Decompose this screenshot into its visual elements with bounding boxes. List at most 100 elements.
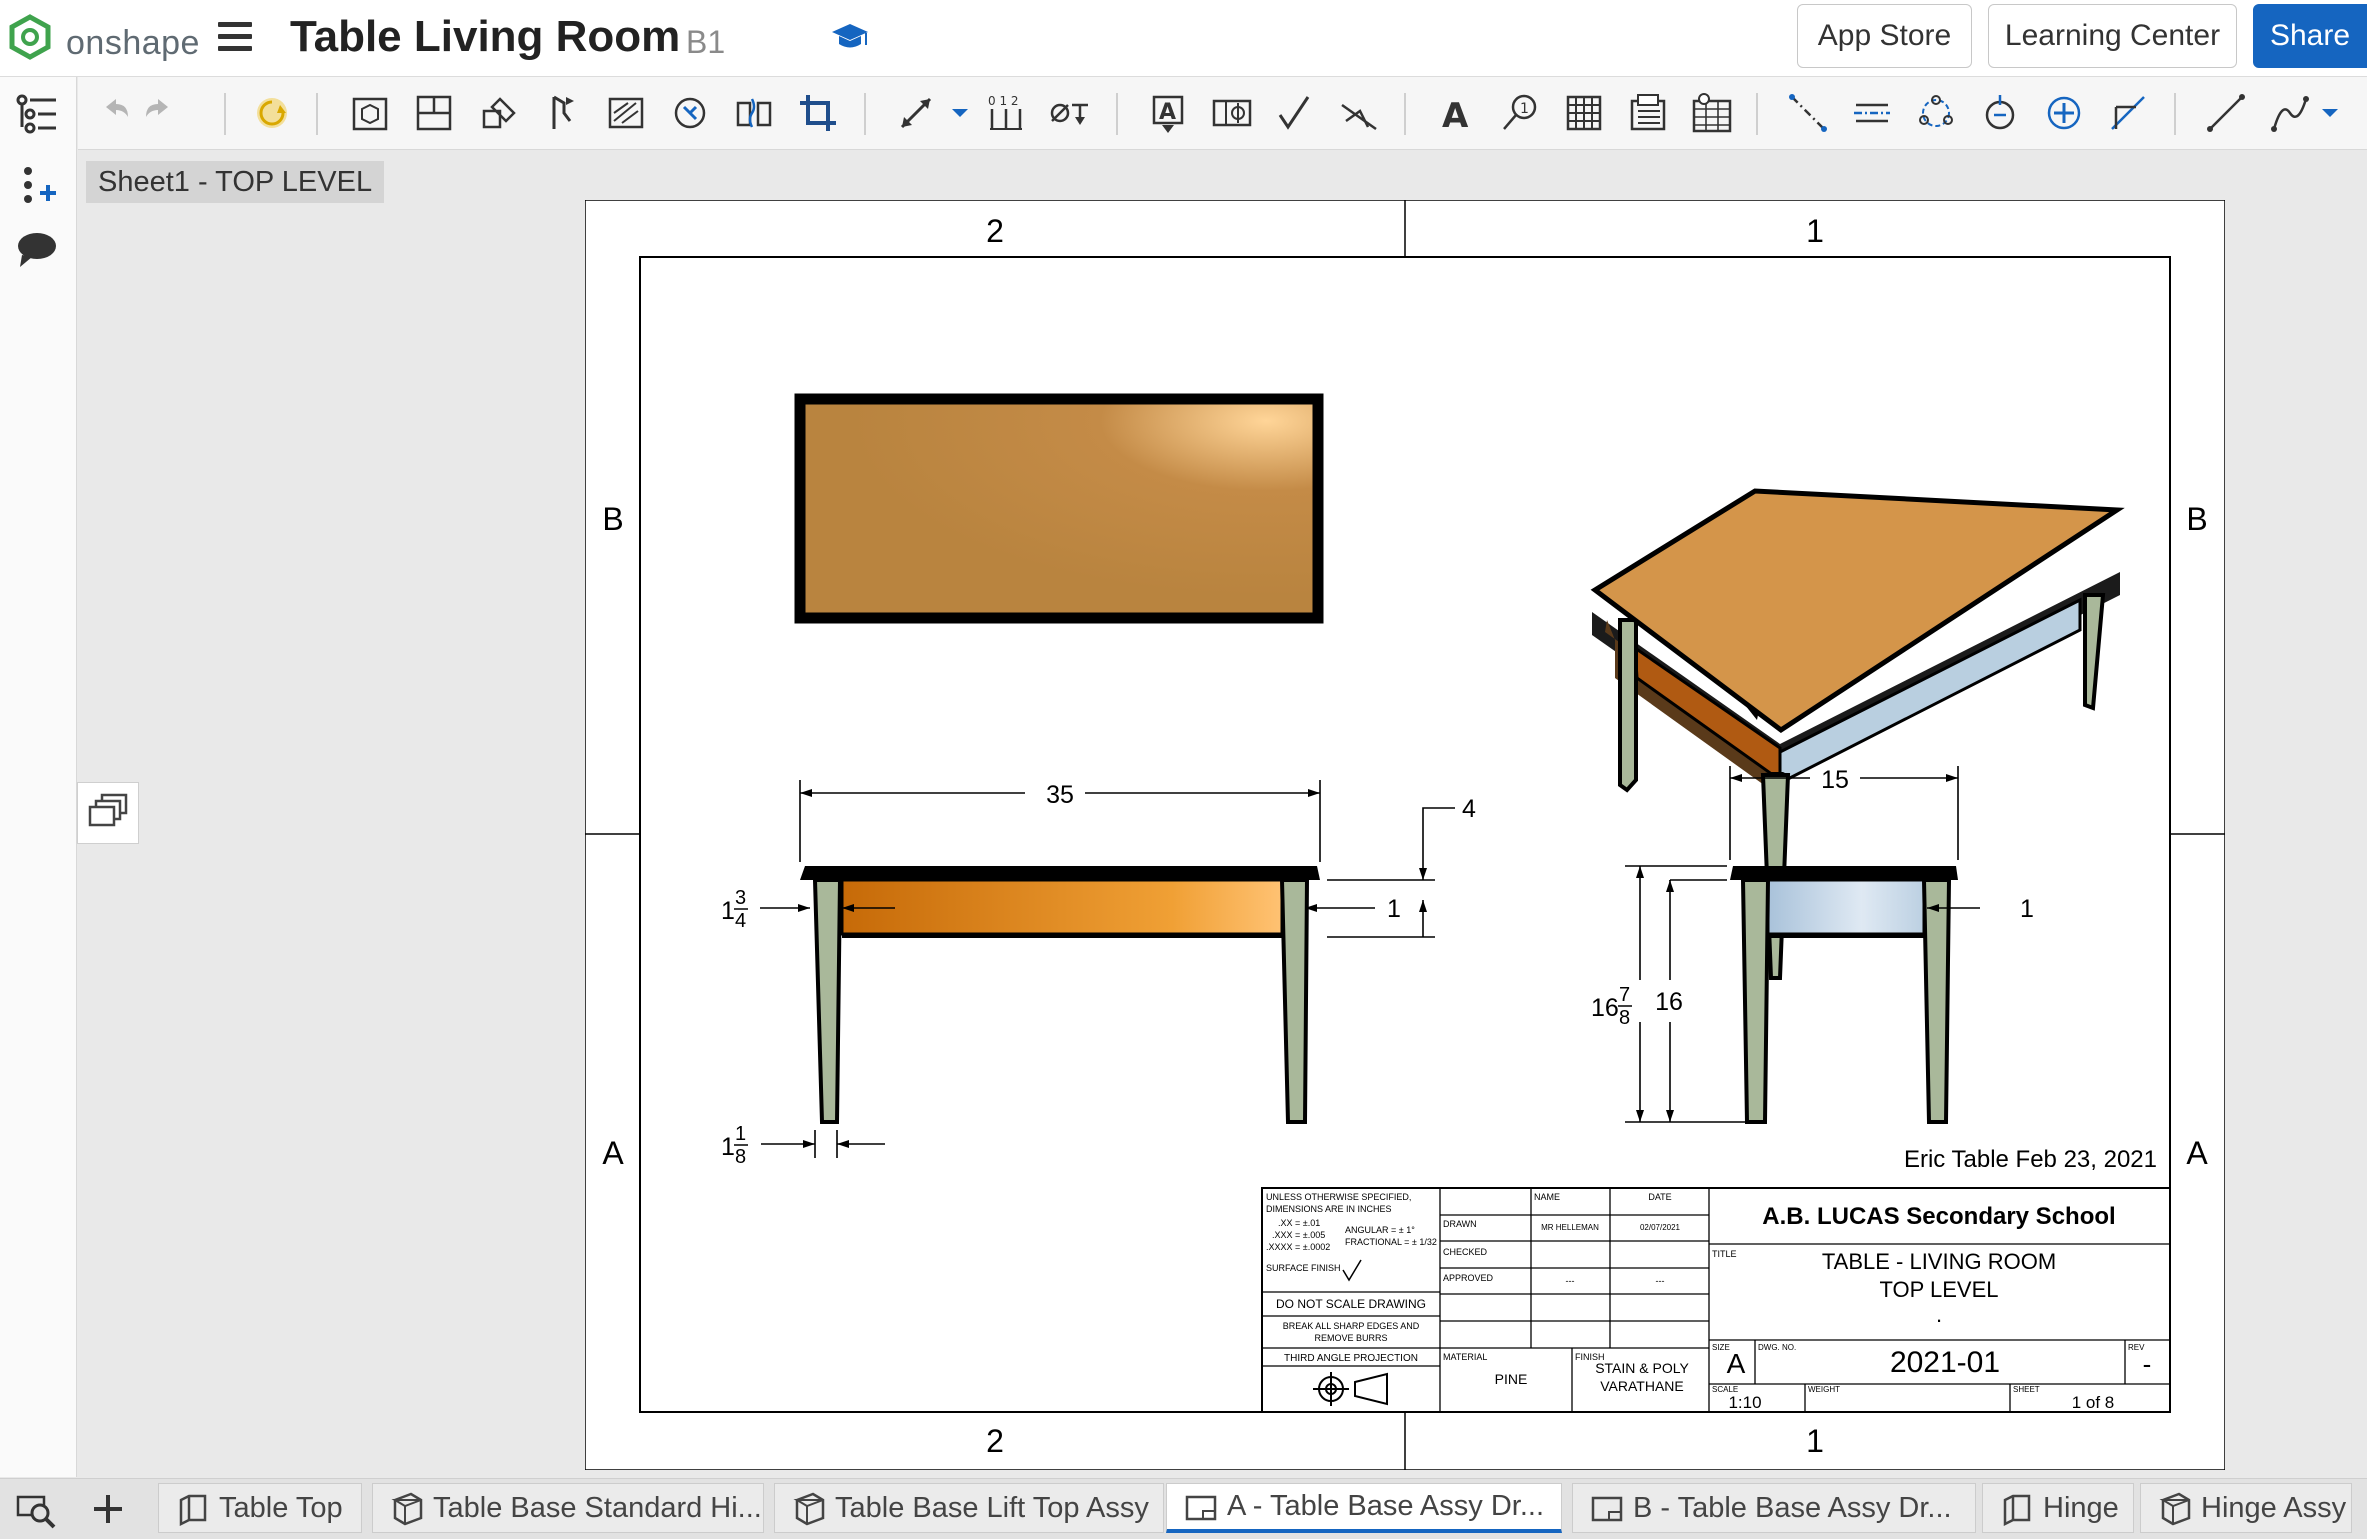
zone-label-top-left: 2 (986, 213, 1004, 249)
svg-text:DWG. NO.: DWG. NO. (1758, 1343, 1796, 1352)
svg-text:8: 8 (735, 1146, 746, 1168)
note-icon[interactable]: A (1146, 91, 1190, 135)
table-icon[interactable] (1562, 91, 1606, 135)
bom-table-icon[interactable] (1626, 91, 1670, 135)
weld-symbol-icon[interactable] (1338, 91, 1382, 135)
svg-text:CHECKED: CHECKED (1443, 1247, 1488, 1257)
document-branch[interactable]: B1 (686, 24, 725, 61)
document-title[interactable]: Table Living Room (290, 12, 680, 62)
tab-table-base-lift-top[interactable]: Table Base Lift Top Assy (774, 1483, 1164, 1533)
point-to-point-centerline-icon[interactable] (1850, 91, 1894, 135)
surface-finish-icon[interactable] (1274, 91, 1318, 135)
learning-center-button[interactable]: Learning Center (1988, 4, 2237, 68)
center-mark-icon[interactable] (1978, 91, 2022, 135)
drawing-icon (1185, 1495, 1217, 1520)
share-button[interactable]: Share (2253, 4, 2367, 68)
tab-hinge[interactable]: Hinge (1982, 1483, 2134, 1533)
svg-text:.XXX = ±.005: .XXX = ±.005 (1272, 1230, 1325, 1240)
tab-table-top[interactable]: Table Top (158, 1483, 362, 1533)
sheet-label[interactable]: Sheet1 - TOP LEVEL (86, 161, 385, 203)
tab-a-table-base-assy-drawing[interactable]: A - Table Base Assy Dr... (1166, 1483, 1562, 1533)
dim-top-length[interactable]: 35 (1046, 781, 1074, 809)
add-tab-icon[interactable] (90, 1491, 126, 1527)
datum-icon[interactable] (1210, 91, 1254, 135)
svg-text:1: 1 (1520, 101, 1529, 117)
tab-hinge-assy[interactable]: Hinge Assy (2140, 1483, 2352, 1533)
assembly-icon (2159, 1492, 2191, 1526)
chevron-down-icon[interactable] (938, 91, 982, 135)
broken-view-icon[interactable] (732, 91, 776, 135)
bolt-circle-icon[interactable] (1914, 91, 1958, 135)
add-center-mark-icon[interactable] (2042, 91, 2086, 135)
view-panels-button[interactable] (77, 782, 139, 844)
chevron-down-icon[interactable] (2308, 91, 2352, 135)
svg-text:TITLE: TITLE (1712, 1249, 1737, 1259)
tab-table-base-standard[interactable]: Table Base Standard Hi... (372, 1483, 764, 1533)
svg-text:BREAK ALL SHARP EDGES AND: BREAK ALL SHARP EDGES AND (1283, 1321, 1420, 1331)
crop-view-icon[interactable] (796, 91, 840, 135)
drawing-note[interactable]: Eric Table Feb 23, 2021 (1904, 1146, 2157, 1173)
top-view[interactable] (794, 393, 1324, 624)
hole-table-icon[interactable] (1690, 91, 1734, 135)
feature-list-icon[interactable] (14, 91, 60, 137)
stacked-windows-icon (88, 793, 128, 827)
svg-text:8: 8 (1619, 1007, 1630, 1029)
dim-top-depth[interactable]: 15 (1821, 766, 1849, 794)
svg-text:.XXXX = ±.0002: .XXXX = ±.0002 (1266, 1242, 1330, 1252)
svg-text:ANGULAR = ± 1°: ANGULAR = ± 1° (1345, 1225, 1415, 1235)
logo-text: onshape (66, 24, 200, 62)
tab-b-table-base-assy-drawing[interactable]: B - Table Base Assy Dr... (1572, 1483, 1976, 1533)
left-rail (0, 77, 77, 1477)
svg-text:APPROVED: APPROVED (1443, 1273, 1494, 1283)
projected-view-icon[interactable] (412, 91, 456, 135)
section-view-icon[interactable] (540, 91, 584, 135)
dim-leg-height[interactable]: 16 (1655, 988, 1683, 1016)
dimension-icon[interactable] (894, 91, 938, 135)
dim-apron-right[interactable]: 1 (2020, 895, 2034, 923)
drawing-icon (1591, 1496, 1623, 1522)
svg-text:1: 1 (721, 1133, 735, 1161)
comment-icon[interactable] (14, 227, 60, 273)
auxiliary-view-icon[interactable] (476, 91, 520, 135)
svg-text:WEIGHT: WEIGHT (1808, 1385, 1840, 1394)
svg-text:PINE: PINE (1495, 1371, 1528, 1387)
onshape-logo[interactable]: onshape (8, 14, 208, 62)
insert-icon[interactable] (14, 163, 60, 209)
dim-apron-left[interactable]: 1 (1387, 895, 1401, 923)
drawing-number: 2021-01 (1890, 1346, 2000, 1379)
drawing-sheet[interactable]: 2 1 2 1 B B A A 35 4 1 1 3 4 1 1 8 15 16… (585, 200, 2225, 1470)
crop-section-icon[interactable] (604, 91, 648, 135)
app-store-button[interactable]: App Store (1797, 4, 1972, 68)
dim-top-thickness[interactable]: 4 (1462, 795, 1476, 823)
spline-icon[interactable] (2268, 91, 2312, 135)
svg-text:1 of 8: 1 of 8 (2072, 1393, 2115, 1412)
svg-text:STAIN & POLY: STAIN & POLY (1595, 1360, 1689, 1376)
insert-view-icon[interactable] (348, 91, 392, 135)
ordinate-dimension-icon[interactable]: 0 1 2 (984, 91, 1028, 135)
svg-text:MATERIAL: MATERIAL (1443, 1352, 1487, 1362)
text-icon[interactable]: A (1434, 91, 1478, 136)
svg-text:-: - (2143, 1349, 2152, 1379)
drawing-title: TABLE - LIVING ROOM (1822, 1249, 2056, 1274)
svg-text:---: --- (1656, 1276, 1665, 1286)
detail-view-icon[interactable] (668, 91, 712, 135)
svg-text:.XX = ±.01: .XX = ±.01 (1278, 1218, 1320, 1228)
search-tabs-icon[interactable] (14, 1489, 58, 1529)
line-icon[interactable] (2204, 91, 2248, 135)
menu-icon[interactable] (218, 22, 252, 54)
callout-icon[interactable]: 1 (1498, 91, 1542, 135)
redo-icon[interactable] (136, 91, 180, 135)
hole-callout-icon[interactable] (1048, 91, 1092, 135)
zone-label-right-a: A (2186, 1135, 2208, 1171)
svg-text:1: 1 (735, 1123, 746, 1145)
drawing-toolbar: 0 1 2 A A 1 (78, 77, 2367, 150)
svg-text:FRACTIONAL = ± 1/32: FRACTIONAL = ± 1/32 (1345, 1237, 1437, 1247)
centerline-icon[interactable] (1786, 91, 1830, 135)
title-block[interactable]: UNLESS OTHERWISE SPECIFIED, DIMENSIONS A… (1261, 1187, 2171, 1413)
angle-centerline-icon[interactable] (2106, 91, 2150, 135)
regenerate-icon[interactable] (250, 91, 294, 135)
graduation-cap-icon[interactable] (830, 18, 870, 54)
top-header: onshape Table Living Room B1 App Store L… (0, 0, 2367, 77)
undo-icon[interactable] (94, 91, 138, 135)
svg-text:0 1 2: 0 1 2 (988, 94, 1019, 108)
